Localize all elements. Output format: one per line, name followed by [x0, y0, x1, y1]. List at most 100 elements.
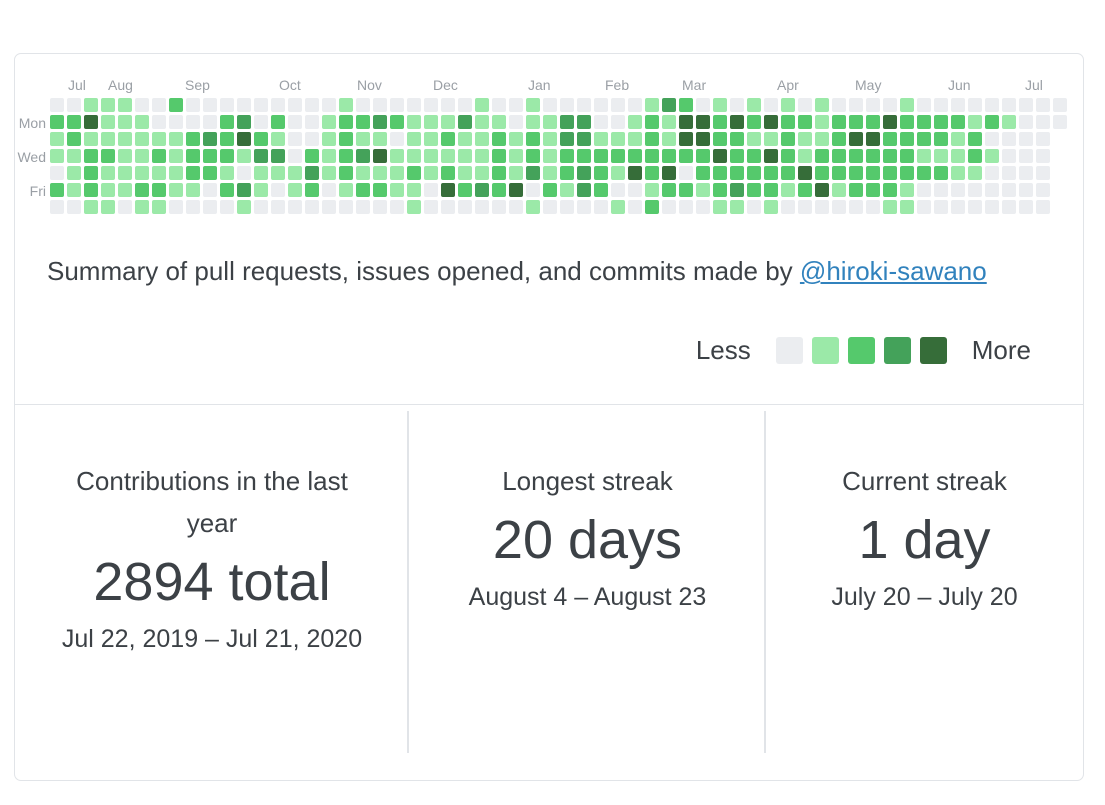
- contribution-day-cell[interactable]: [866, 183, 880, 197]
- contribution-day-cell[interactable]: [543, 166, 557, 180]
- contribution-day-cell[interactable]: [373, 149, 387, 163]
- contribution-day-cell[interactable]: [798, 166, 812, 180]
- contribution-day-cell[interactable]: [288, 98, 302, 112]
- contribution-day-cell[interactable]: [798, 200, 812, 214]
- contribution-day-cell[interactable]: [135, 98, 149, 112]
- contribution-day-cell[interactable]: [764, 115, 778, 129]
- contribution-day-cell[interactable]: [1036, 132, 1050, 146]
- contribution-day-cell[interactable]: [764, 183, 778, 197]
- contribution-day-cell[interactable]: [560, 149, 574, 163]
- contribution-day-cell[interactable]: [322, 166, 336, 180]
- contribution-day-cell[interactable]: [356, 132, 370, 146]
- contribution-day-cell[interactable]: [781, 115, 795, 129]
- contribution-day-cell[interactable]: [84, 98, 98, 112]
- contribution-day-cell[interactable]: [407, 132, 421, 146]
- contribution-day-cell[interactable]: [900, 200, 914, 214]
- contribution-day-cell[interactable]: [560, 166, 574, 180]
- contribution-day-cell[interactable]: [356, 166, 370, 180]
- contribution-day-cell[interactable]: [917, 200, 931, 214]
- contribution-day-cell[interactable]: [645, 132, 659, 146]
- contribution-day-cell[interactable]: [1002, 183, 1016, 197]
- contribution-day-cell[interactable]: [441, 115, 455, 129]
- contribution-day-cell[interactable]: [186, 115, 200, 129]
- contribution-day-cell[interactable]: [968, 115, 982, 129]
- contribution-day-cell[interactable]: [866, 115, 880, 129]
- contribution-day-cell[interactable]: [934, 183, 948, 197]
- contribution-day-cell[interactable]: [135, 132, 149, 146]
- contribution-day-cell[interactable]: [985, 166, 999, 180]
- contribution-day-cell[interactable]: [135, 115, 149, 129]
- contribution-day-cell[interactable]: [713, 200, 727, 214]
- contribution-day-cell[interactable]: [577, 166, 591, 180]
- contribution-day-cell[interactable]: [322, 183, 336, 197]
- contribution-day-cell[interactable]: [730, 149, 744, 163]
- contribution-day-cell[interactable]: [883, 149, 897, 163]
- contribution-day-cell[interactable]: [832, 200, 846, 214]
- contribution-day-cell[interactable]: [747, 200, 761, 214]
- contribution-day-cell[interactable]: [458, 166, 472, 180]
- contribution-day-cell[interactable]: [679, 149, 693, 163]
- contribution-day-cell[interactable]: [917, 183, 931, 197]
- contribution-day-cell[interactable]: [203, 183, 217, 197]
- contribution-day-cell[interactable]: [594, 149, 608, 163]
- contribution-day-cell[interactable]: [832, 115, 846, 129]
- contribution-day-cell[interactable]: [407, 149, 421, 163]
- contribution-day-cell[interactable]: [730, 183, 744, 197]
- contribution-day-cell[interactable]: [237, 149, 251, 163]
- contribution-day-cell[interactable]: [628, 166, 642, 180]
- contribution-day-cell[interactable]: [968, 166, 982, 180]
- contribution-day-cell[interactable]: [1002, 98, 1016, 112]
- contribution-day-cell[interactable]: [458, 98, 472, 112]
- contribution-day-cell[interactable]: [339, 149, 353, 163]
- contribution-day-cell[interactable]: [730, 115, 744, 129]
- contribution-day-cell[interactable]: [645, 200, 659, 214]
- contribution-day-cell[interactable]: [611, 149, 625, 163]
- contribution-day-cell[interactable]: [594, 132, 608, 146]
- contribution-day-cell[interactable]: [951, 166, 965, 180]
- contribution-day-cell[interactable]: [50, 115, 64, 129]
- contribution-day-cell[interactable]: [509, 200, 523, 214]
- contribution-day-cell[interactable]: [560, 183, 574, 197]
- contribution-day-cell[interactable]: [1036, 200, 1050, 214]
- contribution-day-cell[interactable]: [866, 132, 880, 146]
- contribution-day-cell[interactable]: [271, 183, 285, 197]
- contribution-day-cell[interactable]: [917, 115, 931, 129]
- contribution-day-cell[interactable]: [152, 200, 166, 214]
- contribution-day-cell[interactable]: [1036, 149, 1050, 163]
- contribution-day-cell[interactable]: [781, 200, 795, 214]
- contribution-day-cell[interactable]: [407, 98, 421, 112]
- contribution-day-cell[interactable]: [84, 115, 98, 129]
- contribution-day-cell[interactable]: [1036, 183, 1050, 197]
- contribution-day-cell[interactable]: [832, 183, 846, 197]
- contribution-day-cell[interactable]: [696, 166, 710, 180]
- contribution-day-cell[interactable]: [934, 149, 948, 163]
- contribution-day-cell[interactable]: [339, 200, 353, 214]
- contribution-day-cell[interactable]: [526, 98, 540, 112]
- contribution-day-cell[interactable]: [934, 200, 948, 214]
- contribution-day-cell[interactable]: [424, 200, 438, 214]
- contribution-day-cell[interactable]: [696, 132, 710, 146]
- contribution-day-cell[interactable]: [390, 183, 404, 197]
- contribution-day-cell[interactable]: [271, 149, 285, 163]
- contribution-day-cell[interactable]: [679, 183, 693, 197]
- contribution-day-cell[interactable]: [203, 200, 217, 214]
- contribution-day-cell[interactable]: [815, 115, 829, 129]
- contribution-day-cell[interactable]: [594, 115, 608, 129]
- contribution-day-cell[interactable]: [492, 183, 506, 197]
- contribution-day-cell[interactable]: [237, 166, 251, 180]
- contribution-day-cell[interactable]: [917, 132, 931, 146]
- contribution-day-cell[interactable]: [186, 98, 200, 112]
- contribution-day-cell[interactable]: [577, 132, 591, 146]
- contribution-day-cell[interactable]: [1019, 115, 1033, 129]
- contribution-day-cell[interactable]: [526, 132, 540, 146]
- contribution-day-cell[interactable]: [934, 98, 948, 112]
- contribution-day-cell[interactable]: [475, 115, 489, 129]
- contribution-day-cell[interactable]: [985, 132, 999, 146]
- contribution-day-cell[interactable]: [611, 98, 625, 112]
- contribution-day-cell[interactable]: [339, 166, 353, 180]
- contribution-day-cell[interactable]: [594, 166, 608, 180]
- contribution-day-cell[interactable]: [645, 98, 659, 112]
- contribution-day-cell[interactable]: [968, 98, 982, 112]
- contribution-day-cell[interactable]: [866, 149, 880, 163]
- contribution-day-cell[interactable]: [713, 98, 727, 112]
